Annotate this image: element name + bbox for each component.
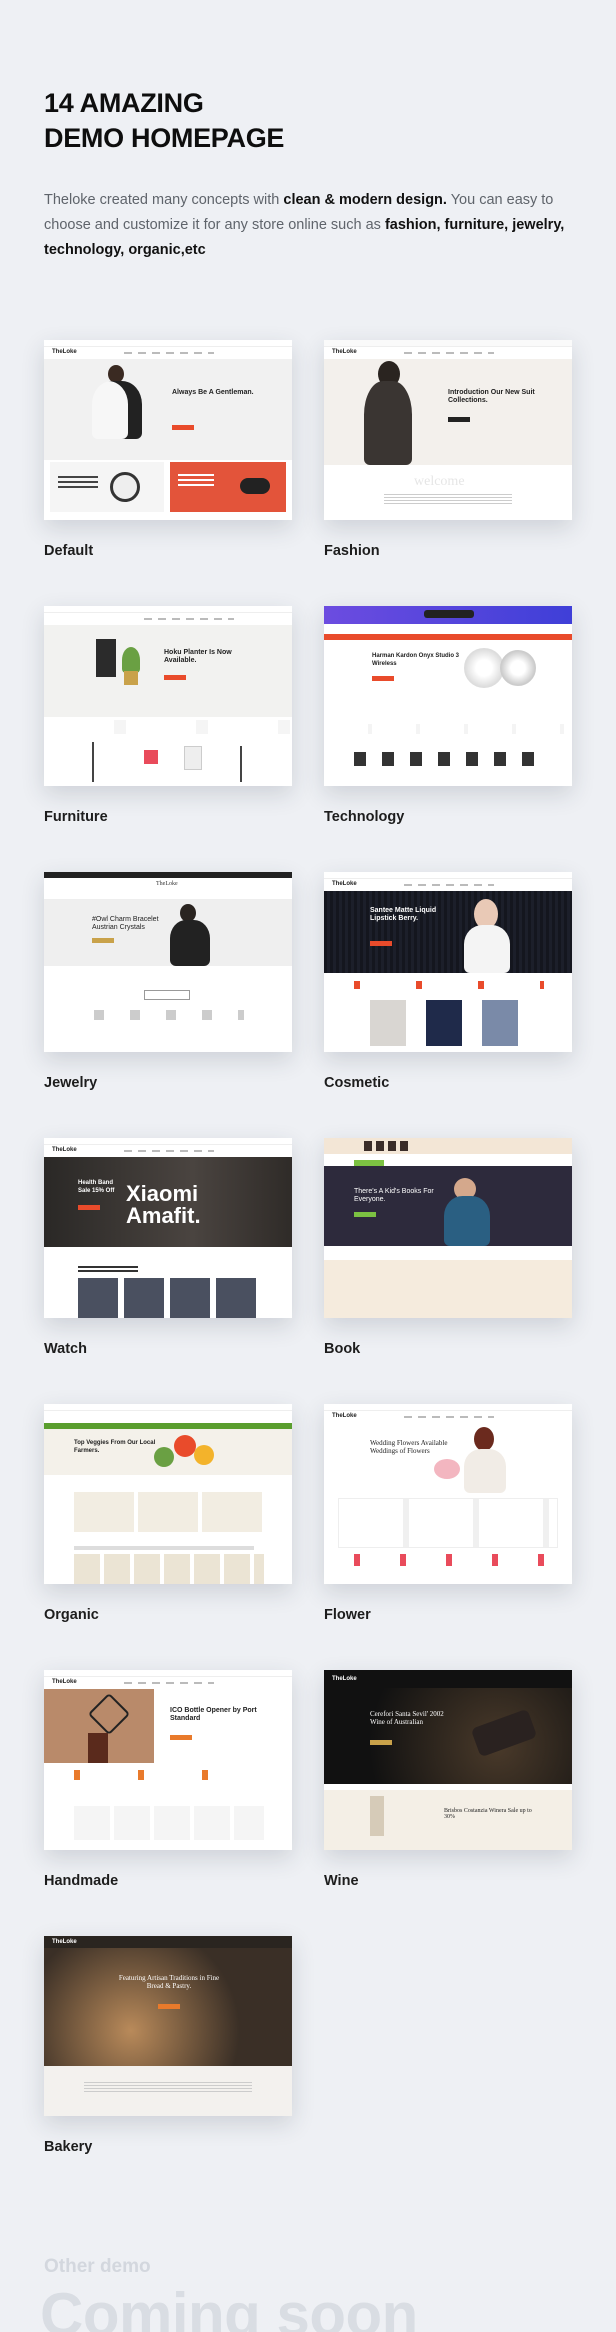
demo-label[interactable]: Handmade [44,1873,118,1889]
demo-label[interactable]: Fashion [324,543,380,559]
demo-label[interactable]: Book [324,1341,360,1357]
demo-card-cosmetic[interactable]: TheLoke Santee Matte Liquid Lipstick Ber… [324,872,572,1138]
demo-thumbnail[interactable]: TheLoke ICO Bottle Opener by Port Standa… [44,1670,292,1850]
demo-card-furniture[interactable]: Hoku Planter Is Now Available. Furniture [44,606,292,872]
demo-thumbnail[interactable]: TheLoke Introduction Our New Suit Collec… [324,340,572,520]
demo-thumbnail[interactable]: Hoku Planter Is Now Available. [44,606,292,786]
demo-thumbnail[interactable]: TheLoke #Owl Charm Bracelet Austrian Cry… [44,872,292,1052]
demo-card-book[interactable]: There's A Kid's Books For Everyone. Book [324,1138,572,1404]
demo-thumbnail[interactable]: TheLoke Featuring Artisan Traditions in … [44,1936,292,2116]
intro-text: Theloke created many concepts with clean… [44,192,565,258]
demo-label[interactable]: Technology [324,809,404,825]
demo-card-wine[interactable]: TheLoke Cerefori Santa Sevil' 2002 Wine … [324,1670,572,1936]
demo-card-bakery[interactable]: TheLoke Featuring Artisan Traditions in … [44,1936,292,2202]
demo-thumbnail[interactable]: Top Veggies From Our Local Farmers. [44,1404,292,1584]
demo-thumbnail[interactable]: TheLoke Wedding Flowers Available Weddin… [324,1404,572,1584]
page-title: 14 AMAZING DEMO HOMEPAGE [44,88,285,153]
demo-card-technology[interactable]: Harman Kardon Onyx Studio 3 Wireless Tec… [324,606,572,872]
demo-card-fashion[interactable]: TheLoke Introduction Our New Suit Collec… [324,340,572,606]
demo-thumbnail[interactable]: There's A Kid's Books For Everyone. [324,1138,572,1318]
demo-label[interactable]: Bakery [44,2139,92,2155]
demo-label[interactable]: Furniture [44,809,108,825]
demo-thumbnail[interactable]: TheLoke Always Be A Gentleman. [44,340,292,520]
demo-label[interactable]: Flower [324,1607,371,1623]
demo-grid: TheLoke Always Be A Gentleman. Default T… [44,340,572,2202]
demo-card-jewelry[interactable]: TheLoke #Owl Charm Bracelet Austrian Cry… [44,872,292,1138]
demo-label[interactable]: Organic [44,1607,99,1623]
demo-label[interactable]: Jewelry [44,1075,97,1091]
demo-thumbnail[interactable]: TheLoke Cerefori Santa Sevil' 2002 Wine … [324,1670,572,1850]
demo-card-flower[interactable]: TheLoke Wedding Flowers Available Weddin… [324,1404,572,1670]
demo-label[interactable]: Wine [324,1873,359,1889]
demo-thumbnail[interactable]: TheLoke Santee Matte Liquid Lipstick Ber… [324,872,572,1052]
demo-card-organic[interactable]: Top Veggies From Our Local Farmers. Orga… [44,1404,292,1670]
demo-card-watch[interactable]: TheLoke Health Band Sale 15% Off Xiaomi … [44,1138,292,1404]
demo-card-default[interactable]: TheLoke Always Be A Gentleman. Default [44,340,292,606]
demo-label[interactable]: Default [44,543,93,559]
other-demo-heading: Other demo [44,2256,151,2277]
demo-label[interactable]: Cosmetic [324,1075,389,1091]
demo-thumbnail[interactable]: TheLoke Health Band Sale 15% Off Xiaomi … [44,1138,292,1318]
demo-card-handmade[interactable]: TheLoke ICO Bottle Opener by Port Standa… [44,1670,292,1936]
coming-soon-heading: Coming soon [40,2281,418,2332]
demo-label[interactable]: Watch [44,1341,87,1357]
demo-thumbnail[interactable]: Harman Kardon Onyx Studio 3 Wireless [324,606,572,786]
